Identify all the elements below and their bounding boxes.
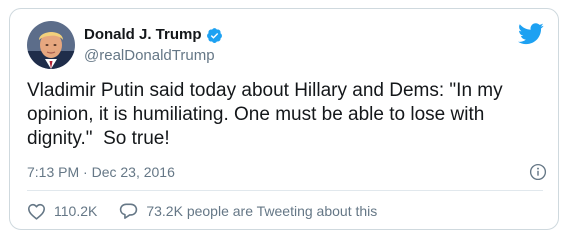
tweet-meta: 7:13 PM · Dec 23, 2016	[27, 162, 547, 182]
reply-button[interactable]: 73.2K people are Tweeting about this	[119, 202, 377, 220]
tweet-actions: 110.2K 73.2K people are Tweeting about t…	[27, 200, 377, 222]
tweet-card[interactable]: Donald J. Trump @realDonaldTrump Vladimi…	[9, 8, 559, 230]
tweet-text: Vladimir Putin said today about Hillary …	[27, 80, 508, 149]
author-avatar[interactable]	[27, 21, 75, 69]
author-info: Donald J. Trump @realDonaldTrump	[84, 25, 223, 66]
divider	[27, 190, 543, 191]
speech-bubble-icon	[120, 203, 138, 219]
twitter-bird-icon[interactable]	[518, 23, 544, 45]
verified-badge-icon	[206, 27, 223, 44]
author-display-name[interactable]: Donald J. Trump	[84, 25, 202, 45]
heart-icon	[28, 203, 45, 220]
author-handle[interactable]: @realDonaldTrump	[84, 46, 223, 66]
like-button[interactable]: 110.2K	[27, 203, 97, 220]
info-icon[interactable]	[529, 163, 547, 181]
like-count: 110.2K	[54, 203, 98, 219]
tweet-timestamp[interactable]: 7:13 PM · Dec 23, 2016	[27, 164, 175, 180]
reply-text: 73.2K people are Tweeting about this	[146, 203, 378, 219]
